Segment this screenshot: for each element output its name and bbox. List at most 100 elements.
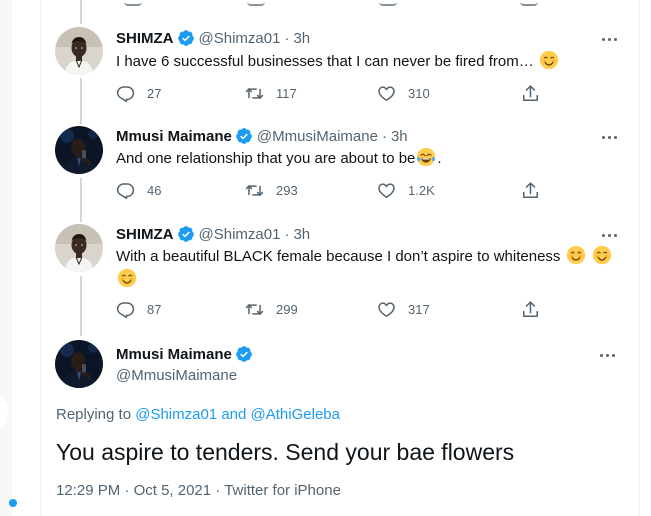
reply-button[interactable]: 27 xyxy=(116,82,161,104)
author-name[interactable]: Mmusi Maimane xyxy=(116,346,232,363)
retweet-button[interactable]: 293 xyxy=(245,179,298,201)
tears-of-joy-emoji-icon xyxy=(416,147,436,167)
retweet-icon xyxy=(245,84,264,103)
more-options-icon[interactable] xyxy=(597,345,617,365)
share-icon xyxy=(521,300,540,319)
verified-badge-icon xyxy=(235,345,253,363)
heart-icon[interactable] xyxy=(379,0,397,6)
share-icon xyxy=(521,84,540,103)
main-tweet-author: Mmusi Maimane xyxy=(116,345,257,363)
separator: · xyxy=(215,482,221,499)
tweet-actions: 46 293 1.2K xyxy=(116,179,546,201)
separator: · xyxy=(284,29,290,47)
reply-icon xyxy=(116,181,135,200)
like-button[interactable]: 1.2K xyxy=(377,179,435,201)
tweet-time[interactable]: 12:29 PM xyxy=(56,482,120,499)
separator: · xyxy=(124,482,130,499)
tweet-metadata: 12:29 PM · Oct 5, 2021 · Twitter for iPh… xyxy=(56,482,341,499)
thread-connector-line xyxy=(80,0,82,24)
maimane-avatar-icon xyxy=(55,340,103,388)
reply-and-link[interactable]: and xyxy=(221,406,246,423)
replying-to-line: Replying to @Shimza01 and @AthiGeleba xyxy=(56,406,340,423)
tweet-time[interactable]: 3h xyxy=(293,226,310,243)
heart-icon xyxy=(377,181,396,200)
tweet-actions: 27 117 310 xyxy=(116,82,546,104)
retweet-button[interactable]: 299 xyxy=(245,298,298,320)
reply-button[interactable]: 87 xyxy=(116,298,161,320)
tweet-text: And one relationship that you are about … xyxy=(116,147,626,170)
retweet-count: 299 xyxy=(276,301,298,317)
smiling-face-emoji-icon xyxy=(592,245,612,265)
verified-badge-icon xyxy=(177,29,195,47)
share-button[interactable] xyxy=(521,179,540,201)
separator: · xyxy=(284,225,290,243)
tweet-text-content: I have 6 successful businesses that I ca… xyxy=(116,53,534,70)
reply-icon xyxy=(116,300,135,319)
reply-mention-link[interactable]: @Shimza01 xyxy=(135,406,217,423)
author-handle[interactable]: @Shimza01 xyxy=(199,30,281,47)
thread-connector-line xyxy=(80,276,82,336)
more-options-icon[interactable] xyxy=(599,29,619,49)
smiling-face-emoji-icon xyxy=(566,245,586,265)
reply-count: 27 xyxy=(147,85,162,101)
reply-mention-link[interactable]: @AthiGeleba xyxy=(251,406,340,423)
reply-icon[interactable] xyxy=(124,0,142,6)
avatar[interactable] xyxy=(55,224,103,272)
verified-badge-icon xyxy=(177,225,195,243)
like-button[interactable]: 310 xyxy=(377,82,430,104)
like-count: 317 xyxy=(408,301,430,317)
main-tweet-text: You aspire to tenders. Send your bae flo… xyxy=(56,439,515,465)
retweet-icon[interactable] xyxy=(247,0,265,6)
author-handle[interactable]: @MmusiMaimane xyxy=(116,367,237,384)
retweet-icon xyxy=(245,181,264,200)
tweet-source[interactable]: Twitter for iPhone xyxy=(224,482,341,499)
tweet-actions: 87 299 317 xyxy=(116,298,546,320)
like-button[interactable]: 317 xyxy=(377,298,430,320)
share-icon xyxy=(521,181,540,200)
smiling-face-emoji-icon xyxy=(539,50,559,70)
share-button[interactable] xyxy=(521,298,540,320)
share-icon[interactable] xyxy=(520,0,538,6)
tweet-header: SHIMZA @Shimza01 · 3h xyxy=(116,225,310,243)
tweet-date[interactable]: Oct 5, 2021 xyxy=(134,482,212,499)
tweet-text: With a beautiful BLACK female because I … xyxy=(116,245,626,291)
reply-icon xyxy=(116,84,135,103)
tweet-header: Mmusi Maimane @MmusiMaimane · 3h xyxy=(116,127,408,145)
author-name[interactable]: SHIMZA xyxy=(116,30,174,47)
author-handle[interactable]: @MmusiMaimane xyxy=(257,128,378,145)
verified-badge-icon xyxy=(235,127,253,145)
more-options-icon[interactable] xyxy=(599,127,619,147)
tweet-time[interactable]: 3h xyxy=(391,128,408,145)
like-count: 310 xyxy=(408,85,430,101)
retweet-count: 117 xyxy=(276,85,297,101)
avatar[interactable] xyxy=(55,340,103,388)
reply-count: 46 xyxy=(147,182,162,198)
previous-tweet-actions-clipped xyxy=(41,0,641,10)
avatar[interactable] xyxy=(55,126,103,174)
heart-icon xyxy=(377,300,396,319)
author-name[interactable]: Mmusi Maimane xyxy=(116,128,232,145)
author-handle[interactable]: @Shimza01 xyxy=(199,226,281,243)
tweet-thread-column: SHIMZA @Shimza01 · 3h I have 6 successfu… xyxy=(40,0,640,516)
author-name[interactable]: SHIMZA xyxy=(116,226,174,243)
avatar[interactable] xyxy=(55,27,103,75)
smiling-face-emoji-icon xyxy=(117,268,137,288)
thread-connector-line xyxy=(80,78,82,124)
left-edge-strip xyxy=(0,0,17,516)
tweet-time[interactable]: 3h xyxy=(293,30,310,47)
scroll-button-shadow xyxy=(0,396,8,430)
share-button[interactable] xyxy=(521,82,540,104)
maimane-avatar-icon xyxy=(55,126,103,174)
more-options-icon[interactable] xyxy=(599,225,619,245)
reply-button[interactable]: 46 xyxy=(116,179,161,201)
retweet-icon xyxy=(245,300,264,319)
heart-icon xyxy=(377,84,396,103)
thread-connector-line xyxy=(80,178,82,222)
shimza-avatar-icon xyxy=(55,27,103,75)
retweet-button[interactable]: 117 xyxy=(245,82,297,104)
reply-count: 87 xyxy=(147,301,162,317)
tweet-text-content: With a beautiful BLACK female because I … xyxy=(116,248,561,265)
tweet-header: SHIMZA @Shimza01 · 3h xyxy=(116,29,310,47)
separator: · xyxy=(381,127,387,145)
notification-dot xyxy=(9,499,17,507)
